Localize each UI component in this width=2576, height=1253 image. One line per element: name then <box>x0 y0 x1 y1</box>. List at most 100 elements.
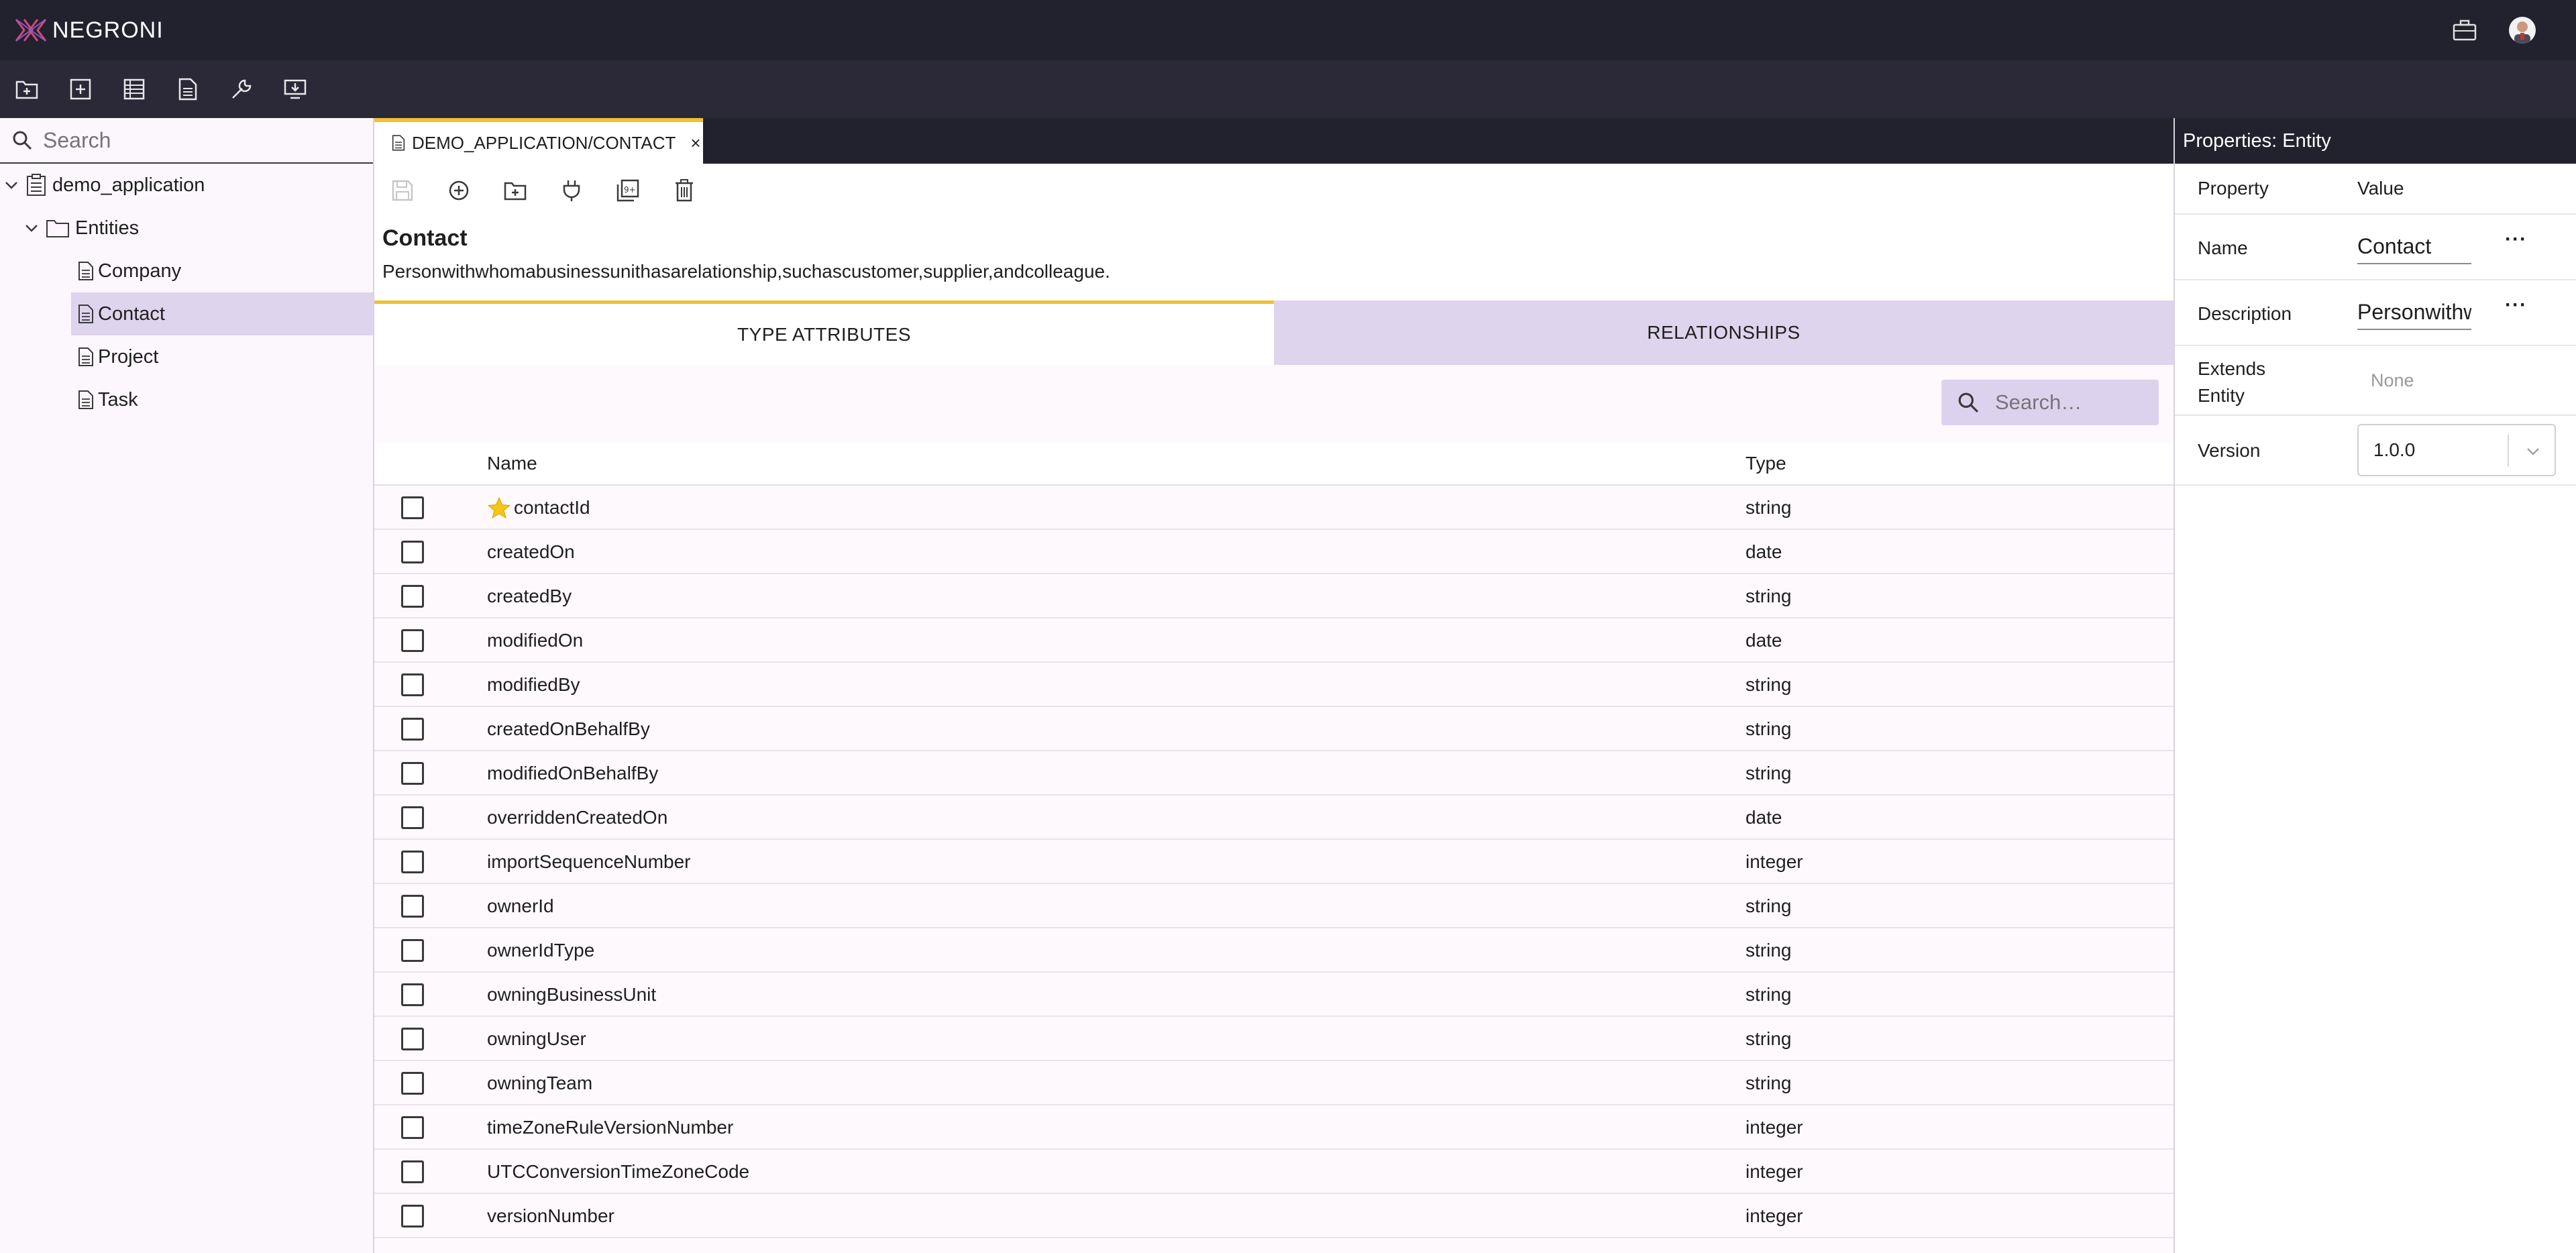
document-icon <box>178 78 197 101</box>
attribute-name: owningBusinessUnit <box>487 984 657 1005</box>
attribute-name: createdBy <box>487 586 572 606</box>
user-avatar[interactable] <box>2509 17 2536 44</box>
tab-type-attributes[interactable]: TYPE ATTRIBUTES <box>374 301 1274 365</box>
row-checkbox[interactable] <box>401 762 424 785</box>
table-row[interactable]: owningBusinessUnit string <box>374 973 2174 1017</box>
properties-panel: Properties: Entity Property Value Name C… <box>2174 118 2576 1253</box>
row-checkbox[interactable] <box>401 1160 424 1183</box>
document-button[interactable] <box>174 76 201 103</box>
save-button[interactable] <box>389 177 416 204</box>
attribute-name: modifiedOn <box>487 630 584 651</box>
row-checkbox[interactable] <box>401 1205 424 1228</box>
row-checkbox[interactable] <box>401 585 424 608</box>
table-row[interactable]: UTCConversionTimeZoneCode integer <box>374 1150 2174 1194</box>
chevron-down-icon[interactable] <box>2524 440 2542 463</box>
extends-entity-value[interactable]: None <box>2371 370 2414 391</box>
chevron-down-icon[interactable] <box>23 219 40 237</box>
entity-title: Contact <box>382 225 468 251</box>
attribute-type: integer <box>1746 1205 1803 1226</box>
briefcase-icon[interactable] <box>2453 19 2477 41</box>
add-folder-button[interactable] <box>502 177 529 204</box>
delete-button[interactable] <box>671 177 698 204</box>
table-row[interactable]: ownerId string <box>374 884 2174 928</box>
attribute-name: owningUser <box>487 1028 586 1049</box>
new-folder-icon <box>504 182 527 201</box>
tools-button[interactable] <box>228 76 255 103</box>
property-label-line: Extends <box>2198 358 2266 379</box>
name-field[interactable]: Contact <box>2357 229 2471 264</box>
row-checkbox[interactable] <box>401 1028 424 1050</box>
table-row[interactable]: ownerIdType string <box>374 928 2174 973</box>
table-row[interactable]: createdOnBehalfBy string <box>374 707 2174 751</box>
table-row[interactable]: createdOn date <box>374 530 2174 574</box>
row-checkbox[interactable] <box>401 1072 424 1095</box>
save-icon <box>392 180 413 201</box>
app-header: NEGRONI <box>0 0 2576 60</box>
trash-icon <box>676 179 693 202</box>
tree-item-contact[interactable]: Contact <box>71 292 373 335</box>
editor-tab-contact[interactable]: DEMO_APPLICATION/CONTACT × <box>374 118 703 164</box>
attribute-type: date <box>1746 541 1782 562</box>
attribute-name: UTCConversionTimeZoneCode <box>487 1161 750 1182</box>
row-checkbox[interactable] <box>401 496 424 519</box>
explorer-sidebar: demo_application Entities Company Contac… <box>0 118 374 1253</box>
row-checkbox[interactable] <box>401 895 424 918</box>
table-row[interactable]: modifiedBy string <box>374 663 2174 707</box>
add-attribute-button[interactable] <box>445 177 472 204</box>
attribute-name: ownerIdType <box>487 940 595 961</box>
attribute-type: string <box>1746 763 1792 783</box>
table-row[interactable]: modifiedOn date <box>374 618 2174 663</box>
table-row[interactable]: overriddenCreatedOn date <box>374 796 2174 840</box>
new-folder-button[interactable] <box>13 76 40 103</box>
table-row[interactable]: owningUser string <box>374 1017 2174 1061</box>
table-button[interactable] <box>121 76 148 103</box>
row-checkbox[interactable] <box>401 851 424 873</box>
attribute-name: overriddenCreatedOn <box>487 807 668 828</box>
chevron-down-icon[interactable] <box>3 176 20 194</box>
attribute-name: createdOnBehalfBy <box>487 718 650 739</box>
number-format-button[interactable]: 9+ <box>614 177 641 204</box>
add-button[interactable] <box>67 76 94 103</box>
attribute-type: string <box>1746 984 1792 1005</box>
column-header-name[interactable]: Name <box>487 453 537 474</box>
description-field[interactable]: Personwithwhomabusinessunithasarelations… <box>2357 295 2471 330</box>
app-logo[interactable]: NEGRONI <box>13 17 164 44</box>
table-row[interactable]: modifiedOnBehalfBy string <box>374 751 2174 796</box>
row-checkbox[interactable] <box>401 1116 424 1139</box>
tree-item-task[interactable]: Task <box>0 378 373 421</box>
more-options-icon[interactable]: ··· <box>2505 294 2527 317</box>
table-row[interactable]: timeZoneRuleVersionNumber integer <box>374 1105 2174 1150</box>
table-row[interactable]: importSequenceNumber integer <box>374 840 2174 884</box>
close-icon[interactable]: × <box>690 133 700 154</box>
tree-item-entities-folder[interactable]: Entities <box>0 207 373 250</box>
row-checkbox[interactable] <box>401 939 424 962</box>
sidebar-search-input[interactable] <box>43 127 358 153</box>
tree-item-project[interactable]: Project <box>0 335 373 378</box>
attribute-type: string <box>1746 1073 1792 1093</box>
grid-search-input[interactable] <box>1995 390 2143 415</box>
table-row[interactable]: contactId string <box>374 486 2174 530</box>
row-checkbox[interactable] <box>401 673 424 696</box>
editor-tab-label: DEMO_APPLICATION/CONTACT <box>412 132 676 153</box>
deploy-button[interactable] <box>282 76 309 103</box>
row-checkbox[interactable] <box>401 541 424 563</box>
table-row[interactable]: owningTeam string <box>374 1061 2174 1105</box>
more-options-icon[interactable]: ··· <box>2505 228 2527 251</box>
plugin-button[interactable] <box>558 177 585 204</box>
row-checkbox[interactable] <box>401 806 424 829</box>
deploy-icon <box>284 79 307 99</box>
tree-item-label: demo_application <box>52 174 205 196</box>
folder-icon <box>46 220 69 237</box>
tree-item-company[interactable]: Company <box>0 250 373 292</box>
tree-item-root[interactable]: demo_application <box>0 164 373 207</box>
property-row-name: Name Contact ··· <box>2175 215 2576 280</box>
table-row[interactable]: versionNumber integer <box>374 1194 2174 1238</box>
document-icon <box>78 305 93 323</box>
table-row[interactable]: createdBy string <box>374 574 2174 618</box>
version-select[interactable]: 1.0.0 <box>2357 424 2556 476</box>
row-checkbox[interactable] <box>401 718 424 741</box>
row-checkbox[interactable] <box>401 983 424 1006</box>
column-header-type[interactable]: Type <box>1746 453 1786 474</box>
row-checkbox[interactable] <box>401 629 424 652</box>
tab-relationships[interactable]: RELATIONSHIPS <box>1274 301 2174 365</box>
